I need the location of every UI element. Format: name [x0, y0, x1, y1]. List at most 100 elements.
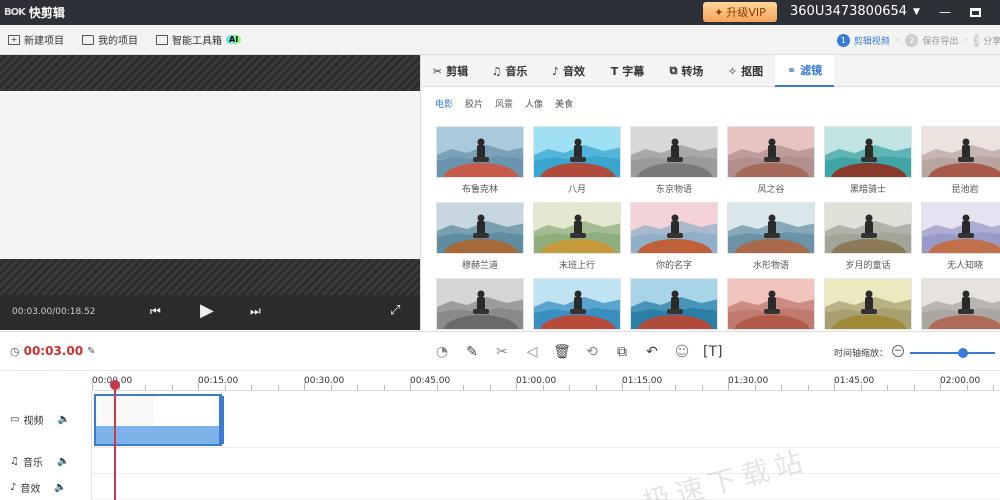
fullscreen-icon[interactable]: ⤢	[390, 303, 400, 318]
menu-bar: + 新建项目 我的项目 智能工具箱 AI 1 剪辑视频 › 2 保存导出 › 3…	[0, 25, 1000, 55]
filter-thumbnail[interactable]	[630, 278, 718, 330]
filter-thumbnail[interactable]	[630, 126, 718, 178]
play-icon[interactable]: ▶	[200, 300, 214, 321]
ruler-tick	[357, 385, 358, 390]
undo-icon[interactable]: ↶	[643, 344, 661, 362]
filter-thumbnail[interactable]	[921, 278, 1000, 330]
filter-thumbnail[interactable]	[824, 278, 912, 330]
tab-transitions[interactable]: ⧉ 转场	[657, 55, 716, 87]
ruler-tick	[728, 382, 729, 390]
upgrade-vip-button[interactable]: ✦ 升级VIP	[703, 2, 777, 22]
playhead[interactable]	[114, 384, 116, 500]
filter-thumbnail[interactable]	[727, 126, 815, 178]
letterbox-bottom	[0, 259, 420, 295]
letterbox-top	[0, 55, 420, 91]
sticker-icon[interactable]: ☺	[673, 344, 691, 362]
zoom-label: 时间轴缩放：	[834, 349, 889, 359]
zoom-slider-handle[interactable]	[958, 348, 968, 358]
filter-thumbnail[interactable]	[824, 126, 912, 178]
minimize-button[interactable]: —	[936, 3, 954, 21]
ruler-label: 01:15.00	[622, 376, 663, 386]
music-track[interactable]	[92, 448, 1000, 474]
step-share[interactable]: 3 分享	[974, 33, 1000, 47]
tab-music[interactable]: ♫ 音乐	[480, 55, 539, 87]
split-icon[interactable]: ✂	[493, 344, 511, 362]
filter-thumbnail[interactable]	[727, 278, 815, 330]
tab-cutout[interactable]: ✧ 抠图	[716, 55, 775, 87]
category-landscape[interactable]: 风景	[495, 97, 513, 110]
step-edit-video[interactable]: 1 剪辑视频	[836, 33, 890, 47]
crop-icon[interactable]: ⟲	[583, 344, 601, 362]
clip-trim-handle[interactable]	[219, 396, 224, 444]
zoom-out-icon[interactable]: −	[892, 345, 904, 357]
edit-icon[interactable]: ✎	[87, 346, 95, 357]
ruler-tick	[224, 385, 226, 390]
tab-sound-effects[interactable]: ♪ 音效	[539, 55, 598, 87]
my-projects-button[interactable]: 我的项目	[82, 32, 138, 47]
speaker-icon[interactable]: 🔈	[57, 456, 69, 467]
filter-thumbnail[interactable]	[533, 278, 621, 330]
delete-icon[interactable]: 🗑	[553, 344, 571, 362]
tab-subtitles[interactable]: T 字幕	[598, 55, 657, 87]
chevron-right-icon: ›	[895, 35, 900, 45]
ruler-tick	[171, 385, 173, 390]
filter-thumbnail[interactable]	[630, 202, 718, 254]
smart-toolbox-button[interactable]: 智能工具箱 AI	[156, 32, 242, 47]
my-projects-label: 我的项目	[98, 36, 138, 47]
ruler-tick	[251, 385, 252, 390]
ruler-tick	[993, 385, 994, 390]
track-header-sound: ♪ 音效 🔈	[0, 474, 92, 500]
ruler-tick	[489, 385, 491, 390]
filter-thumbnail[interactable]	[533, 126, 621, 178]
playhead-handle[interactable]	[110, 380, 120, 390]
tab-filters[interactable]: ⚭ 滤镜	[775, 55, 834, 87]
step-label: 剪辑视频	[853, 36, 890, 47]
video-track[interactable]	[92, 391, 1000, 448]
filter-thumbnail[interactable]	[921, 126, 1000, 178]
category-food[interactable]: 美食	[555, 97, 573, 110]
folder-icon	[82, 34, 94, 45]
previous-frame-icon[interactable]: ⏮	[150, 304, 161, 319]
ruler-tick	[754, 385, 756, 390]
maximize-button[interactable]	[966, 3, 984, 21]
new-project-button[interactable]: + 新建项目	[8, 32, 64, 47]
pen-icon[interactable]: ✎	[463, 344, 481, 362]
ruler-label: 00:45.00	[410, 376, 451, 386]
time-ruler[interactable]: 00:00.0000:15.0000:30.0000:45.0001:00.00…	[92, 371, 1000, 391]
ruler-tick	[781, 385, 782, 390]
zoom-slider-track[interactable]	[910, 352, 995, 354]
category-movie[interactable]: 电影	[435, 97, 453, 110]
vip-icon: ✦	[714, 5, 724, 19]
next-frame-icon[interactable]: ⏭	[250, 304, 261, 319]
volume-icon[interactable]: ◁	[523, 344, 541, 362]
text-icon: T	[610, 64, 619, 78]
sound-effect-track[interactable]	[92, 474, 1000, 500]
speed-icon[interactable]: ◔	[433, 344, 451, 362]
filter-thumbnail[interactable]	[727, 202, 815, 254]
preview-canvas[interactable]	[0, 91, 420, 259]
track-header-video: ▭ 视频 🔈	[0, 391, 92, 448]
ruler-tick	[92, 382, 93, 390]
category-film[interactable]: 胶片	[465, 97, 483, 110]
speaker-icon[interactable]: 🔈	[54, 482, 66, 493]
filter-thumbnail[interactable]	[436, 202, 524, 254]
ruler-tick	[860, 385, 862, 390]
new-project-label: 新建项目	[24, 36, 64, 47]
filter-thumbnail[interactable]	[436, 278, 524, 330]
filter-thumbnail[interactable]	[436, 126, 524, 178]
account-menu[interactable]: 360U3473800654 ▼	[790, 4, 920, 19]
filter-thumbnail[interactable]	[921, 202, 1000, 254]
step-save-export[interactable]: 2 保存导出	[905, 33, 958, 47]
player-controls: 00:03.00/00:18.52 ⏮ ▶ ⏭ ⤢	[0, 295, 420, 330]
category-portrait[interactable]: 人像	[525, 97, 543, 110]
filter-thumbnail[interactable]	[533, 202, 621, 254]
track-label: 视频	[23, 416, 44, 427]
toolbox-icon	[156, 34, 168, 45]
tab-edit[interactable]: ✂ 剪辑	[421, 55, 480, 87]
ruler-tick	[198, 382, 199, 390]
filter-thumbnail[interactable]	[824, 202, 912, 254]
speaker-icon[interactable]: 🔈	[57, 414, 69, 425]
ruler-tick	[675, 385, 676, 390]
copy-icon[interactable]: ⧉	[613, 344, 631, 362]
ai-text-icon[interactable]: [T]	[703, 344, 722, 362]
